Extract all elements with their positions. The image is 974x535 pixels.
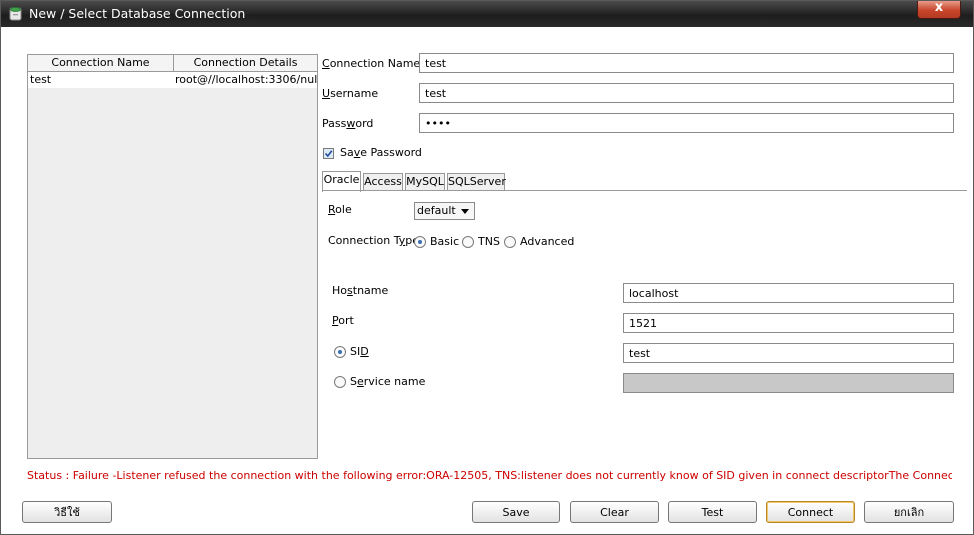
label-text: Sa <box>340 146 354 159</box>
role-selected-value: default <box>417 204 456 217</box>
role-select[interactable]: default <box>414 202 475 220</box>
mnemonic-letter: C <box>322 57 330 70</box>
username-label: Username <box>322 87 378 100</box>
mnemonic-letter: D <box>360 345 369 358</box>
chevron-down-icon[interactable] <box>461 209 469 214</box>
cell-connection-name[interactable]: test <box>28 72 174 88</box>
radio-advanced-label[interactable]: Advanced <box>520 235 574 248</box>
label-text: rvice name <box>363 375 426 388</box>
close-icon[interactable]: x <box>918 0 960 15</box>
sid-label[interactable]: SID <box>350 345 369 358</box>
status-message: Status : Failure -Listener refused the c… <box>27 469 952 482</box>
dialog-content: Connection Name Connection Details test … <box>7 27 967 530</box>
database-app-icon <box>9 7 22 21</box>
save-password-label[interactable]: Save Password <box>340 146 422 159</box>
radio-tns[interactable] <box>462 236 474 248</box>
hostname-input[interactable] <box>623 283 954 303</box>
service-name-input <box>623 373 954 393</box>
radio-basic[interactable] <box>414 236 426 248</box>
tab-sqlserver[interactable]: SQLServer <box>447 173 506 191</box>
tab-access[interactable]: Access <box>363 173 403 191</box>
label-text: Pass <box>322 117 347 130</box>
label-text: onnection Name <box>329 57 421 70</box>
connection-name-label: Connection Name <box>322 57 420 70</box>
column-header-connection-details[interactable]: Connection Details <box>174 55 317 71</box>
connect-button[interactable]: Connect <box>766 501 855 523</box>
password-input[interactable] <box>419 113 954 133</box>
test-button[interactable]: Test <box>668 501 757 523</box>
connection-name-input[interactable] <box>419 53 954 73</box>
hostname-label: Hostname <box>332 284 388 297</box>
port-input[interactable] <box>623 313 954 333</box>
label-text: Ho <box>332 284 348 297</box>
radio-service-name[interactable] <box>334 376 346 388</box>
role-label: Role <box>328 203 352 216</box>
sid-input[interactable] <box>623 343 954 363</box>
save-button[interactable]: Save <box>472 501 560 523</box>
close-button[interactable]: x <box>917 0 961 19</box>
table-row[interactable]: test root@//localhost:3306/null <box>28 72 317 88</box>
label-text: sername <box>330 87 379 100</box>
cancel-button[interactable]: ยกเลิก <box>864 501 954 523</box>
label-text: ord <box>355 117 374 130</box>
column-header-connection-name[interactable]: Connection Name <box>28 55 174 71</box>
radio-tns-label[interactable]: TNS <box>478 235 500 248</box>
connection-type-label: Connection Type <box>328 234 419 247</box>
clear-button[interactable]: Clear <box>570 501 659 523</box>
title-bar[interactable]: New / Select Database Connection x <box>1 0 973 27</box>
dialog-window: New / Select Database Connection x Conne… <box>0 0 974 535</box>
label-text: Connection T <box>328 234 399 247</box>
mnemonic-letter: w <box>346 117 356 130</box>
table-header: Connection Name Connection Details <box>28 55 317 72</box>
label-text: ole <box>335 203 352 216</box>
cell-connection-details[interactable]: root@//localhost:3306/null <box>174 72 317 88</box>
label-text: S <box>350 375 357 388</box>
label-text: SI <box>350 345 361 358</box>
label-text: ort <box>338 314 354 327</box>
connections-table[interactable]: Connection Name Connection Details test … <box>27 54 318 459</box>
tab-oracle[interactable]: Oracle <box>322 171 361 192</box>
checkmark-icon <box>324 150 333 158</box>
password-label: Password <box>322 117 373 130</box>
radio-advanced[interactable] <box>504 236 516 248</box>
service-name-label[interactable]: Service name <box>350 375 425 388</box>
radio-basic-label[interactable]: Basic <box>430 235 459 248</box>
radio-sid[interactable] <box>334 346 346 358</box>
label-text: tname <box>352 284 389 297</box>
mnemonic-letter: U <box>322 87 331 100</box>
window-title: New / Select Database Connection <box>29 6 246 21</box>
save-password-checkbox[interactable] <box>323 148 334 159</box>
tab-mysql[interactable]: MySQL <box>405 173 445 191</box>
tab-divider <box>322 190 967 191</box>
label-text: e Password <box>360 146 422 159</box>
port-label: Port <box>332 314 354 327</box>
help-button[interactable]: วิธีใช้ <box>22 501 112 523</box>
username-input[interactable] <box>419 83 954 103</box>
status-text: Status : Failure -Listener refused the c… <box>27 469 952 482</box>
mnemonic-letter: e <box>356 375 364 388</box>
